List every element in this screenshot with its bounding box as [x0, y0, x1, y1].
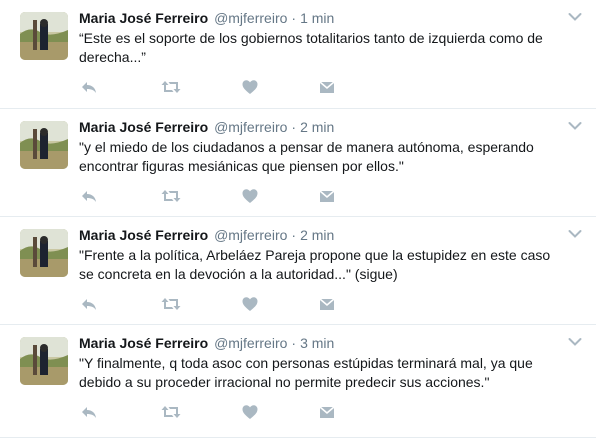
tweet-timestamp[interactable]: 2 min	[300, 227, 334, 243]
separator: ·	[291, 119, 297, 135]
tweet-header: Maria José Ferreiro @mjferreiro · 1 min	[79, 9, 334, 27]
reply-icon[interactable]	[80, 78, 98, 96]
user-fullname[interactable]: Maria José Ferreiro	[79, 119, 208, 135]
tweet-timestamp[interactable]: 3 min	[300, 335, 334, 351]
avatar[interactable]	[20, 229, 68, 277]
chevron-down-icon[interactable]	[568, 121, 582, 131]
user-fullname[interactable]: Maria José Ferreiro	[79, 10, 208, 26]
tweet-header: Maria José Ferreiro @mjferreiro · 3 min	[79, 334, 334, 352]
reply-icon[interactable]	[80, 295, 98, 313]
separator: ·	[291, 335, 297, 351]
chevron-down-icon[interactable]	[568, 337, 582, 347]
tweet-text: "Frente a la política, Arbeláez Pareja p…	[79, 247, 551, 282]
tweet-text: "y el miedo de los ciudadanos a pensar d…	[79, 139, 534, 174]
user-handle[interactable]: @mjferreiro	[214, 119, 287, 135]
retweet-icon[interactable]	[161, 403, 181, 421]
tweet[interactable]: Maria José Ferreiro @mjferreiro · 2 min "y…	[0, 109, 596, 217]
avatar[interactable]	[20, 12, 68, 60]
reply-icon[interactable]	[80, 187, 98, 205]
avatar[interactable]	[20, 337, 68, 385]
envelope-icon[interactable]	[318, 295, 336, 313]
heart-icon[interactable]	[241, 403, 259, 421]
user-fullname[interactable]: Maria José Ferreiro	[79, 227, 208, 243]
tweet-header: Maria José Ferreiro @mjferreiro · 2 min	[79, 118, 334, 136]
envelope-icon[interactable]	[318, 78, 336, 96]
tweet-timestamp[interactable]: 1 min	[300, 10, 334, 26]
avatar[interactable]	[20, 121, 68, 169]
tweet-header: Maria José Ferreiro @mjferreiro · 2 min	[79, 226, 334, 244]
reply-icon[interactable]	[80, 403, 98, 421]
heart-icon[interactable]	[241, 295, 259, 313]
retweet-icon[interactable]	[161, 187, 181, 205]
tweet-text: “Este es el soporte de los gobiernos tot…	[79, 30, 543, 65]
user-handle[interactable]: @mjferreiro	[214, 10, 287, 26]
user-handle[interactable]: @mjferreiro	[214, 227, 287, 243]
tweet-text: "Y finalmente, q toda asoc con personas …	[79, 355, 533, 390]
tweet[interactable]: Maria José Ferreiro @mjferreiro · 2 min "F…	[0, 217, 596, 325]
retweet-icon[interactable]	[161, 295, 181, 313]
heart-icon[interactable]	[241, 78, 259, 96]
user-fullname[interactable]: Maria José Ferreiro	[79, 335, 208, 351]
chevron-down-icon[interactable]	[568, 229, 582, 239]
retweet-icon[interactable]	[161, 78, 181, 96]
tweet-timeline: Maria José Ferreiro @mjferreiro · 1 min “E…	[0, 0, 596, 438]
separator: ·	[291, 227, 297, 243]
user-handle[interactable]: @mjferreiro	[214, 335, 287, 351]
tweet[interactable]: Maria José Ferreiro @mjferreiro · 1 min “E…	[0, 0, 596, 109]
tweet-timestamp[interactable]: 2 min	[300, 119, 334, 135]
envelope-icon[interactable]	[318, 403, 336, 421]
tweet[interactable]: Maria José Ferreiro @mjferreiro · 3 min "Y…	[0, 325, 596, 438]
separator: ·	[291, 10, 297, 26]
chevron-down-icon[interactable]	[568, 12, 582, 22]
heart-icon[interactable]	[241, 187, 259, 205]
envelope-icon[interactable]	[318, 187, 336, 205]
